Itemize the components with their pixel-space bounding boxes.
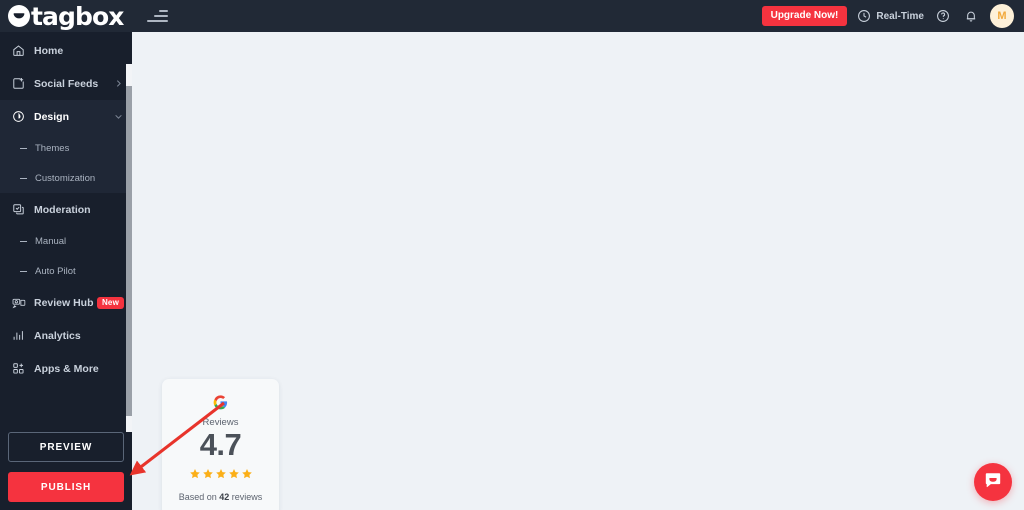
rating-value: 4.7 [199,427,242,463]
status-badge-new: New [96,296,124,309]
sidebar-subitem-manual[interactable]: Manual [0,226,132,256]
design-subnav: Themes Customization [0,133,132,193]
publish-button[interactable]: PUBLISH [8,472,124,502]
sidebar-item-label: Design [34,110,70,123]
sidebar-subitem-auto-pilot[interactable]: Auto Pilot [0,256,132,286]
google-g-icon [170,395,271,410]
summary-count: 42 [219,492,230,502]
main-area: Upgrade Now! Real-Time M Reviews 4.7 Bas… [132,0,1024,510]
dash-icon [20,177,27,179]
sidebar-item-label: Moderation [34,203,91,216]
sidebar-item-analytics[interactable]: Analytics [0,319,132,352]
sidebar-subitem-themes[interactable]: Themes [0,133,132,163]
brand-name: tagbox [31,1,124,31]
sidebar-item-label: Home [34,44,64,57]
app-root: tagbox Home Social Feeds Design Themes C… [0,0,1024,510]
design-droplet-icon [11,109,26,124]
sidebar-scrollbar-track[interactable] [126,64,132,432]
dash-icon [20,147,27,149]
analytics-icon [11,328,26,343]
summary-suffix: reviews [231,492,263,502]
sidebar-footer: PREVIEW PUBLISH [0,432,132,510]
star-icon [241,467,253,485]
realtime-label: Real-Time [876,10,924,22]
sidebar-nav: Home Social Feeds Design Themes Customiz… [0,32,132,432]
star-icon [215,467,227,485]
sidebar-item-apps-and-more[interactable]: Apps & More [0,352,132,385]
sidebar-item-label: Apps & More [34,362,99,375]
sidebar-item-moderation[interactable]: Moderation [0,193,132,226]
sidebar-item-label: Review Hub [34,296,94,309]
tagbox-logo-icon [8,5,30,27]
realtime-toggle[interactable]: Real-Time [857,9,924,23]
chevron-down-icon [114,112,123,121]
clock-icon [857,9,871,23]
sidebar-item-home[interactable]: Home [0,34,132,67]
avatar[interactable]: M [990,4,1014,28]
bell-icon[interactable] [962,7,980,25]
preview-button[interactable]: PREVIEW [8,432,124,462]
feed-add-icon [11,76,26,91]
star-icon [228,467,240,485]
preview-canvas: Reviews 4.7 Based on 42 reviews [132,32,1024,510]
moderation-icon [11,202,26,217]
sidebar-item-label: Social Feeds [34,77,99,90]
chevron-right-icon [114,79,123,88]
sidebar-item-review-hub[interactable]: Review Hub New [0,286,132,319]
sidebar-scrollbar-thumb[interactable] [126,86,132,416]
rating-stars [170,467,271,485]
review-hub-icon [11,295,26,310]
sidebar: tagbox Home Social Feeds Design Themes C… [0,0,132,510]
upgrade-now-button[interactable]: Upgrade Now! [761,6,848,26]
dash-icon [20,240,27,242]
summary-prefix: Based on [178,492,217,502]
sidebar-item-social-feeds[interactable]: Social Feeds [0,67,132,100]
sidebar-subitem-label: Themes [35,142,70,154]
apps-grid-icon [11,361,26,376]
home-icon [11,43,26,58]
review-rating-widget: Reviews 4.7 Based on 42 reviews [162,379,279,510]
dash-icon [20,270,27,272]
star-icon [189,467,201,485]
star-icon [202,467,214,485]
sidebar-subitem-label: Auto Pilot [35,265,76,277]
sidebar-subitem-label: Manual [35,235,67,247]
reviews-summary: Based on 42 reviews [170,492,271,502]
sidebar-subitem-customization[interactable]: Customization [0,163,132,193]
chat-bubble-icon [984,471,1002,494]
moderation-subnav: Manual Auto Pilot [0,226,132,286]
brand-logo[interactable]: tagbox [0,0,132,32]
sidebar-item-label: Analytics [34,329,81,342]
sidebar-subitem-label: Customization [35,172,96,184]
topbar-actions: Upgrade Now! Real-Time M [761,4,1014,28]
topbar: Upgrade Now! Real-Time M [132,0,1024,32]
sidebar-item-design[interactable]: Design [0,100,132,133]
help-circle-icon[interactable] [934,7,952,25]
hamburger-menu-icon[interactable] [146,8,168,24]
chat-launcher-button[interactable] [974,463,1012,501]
